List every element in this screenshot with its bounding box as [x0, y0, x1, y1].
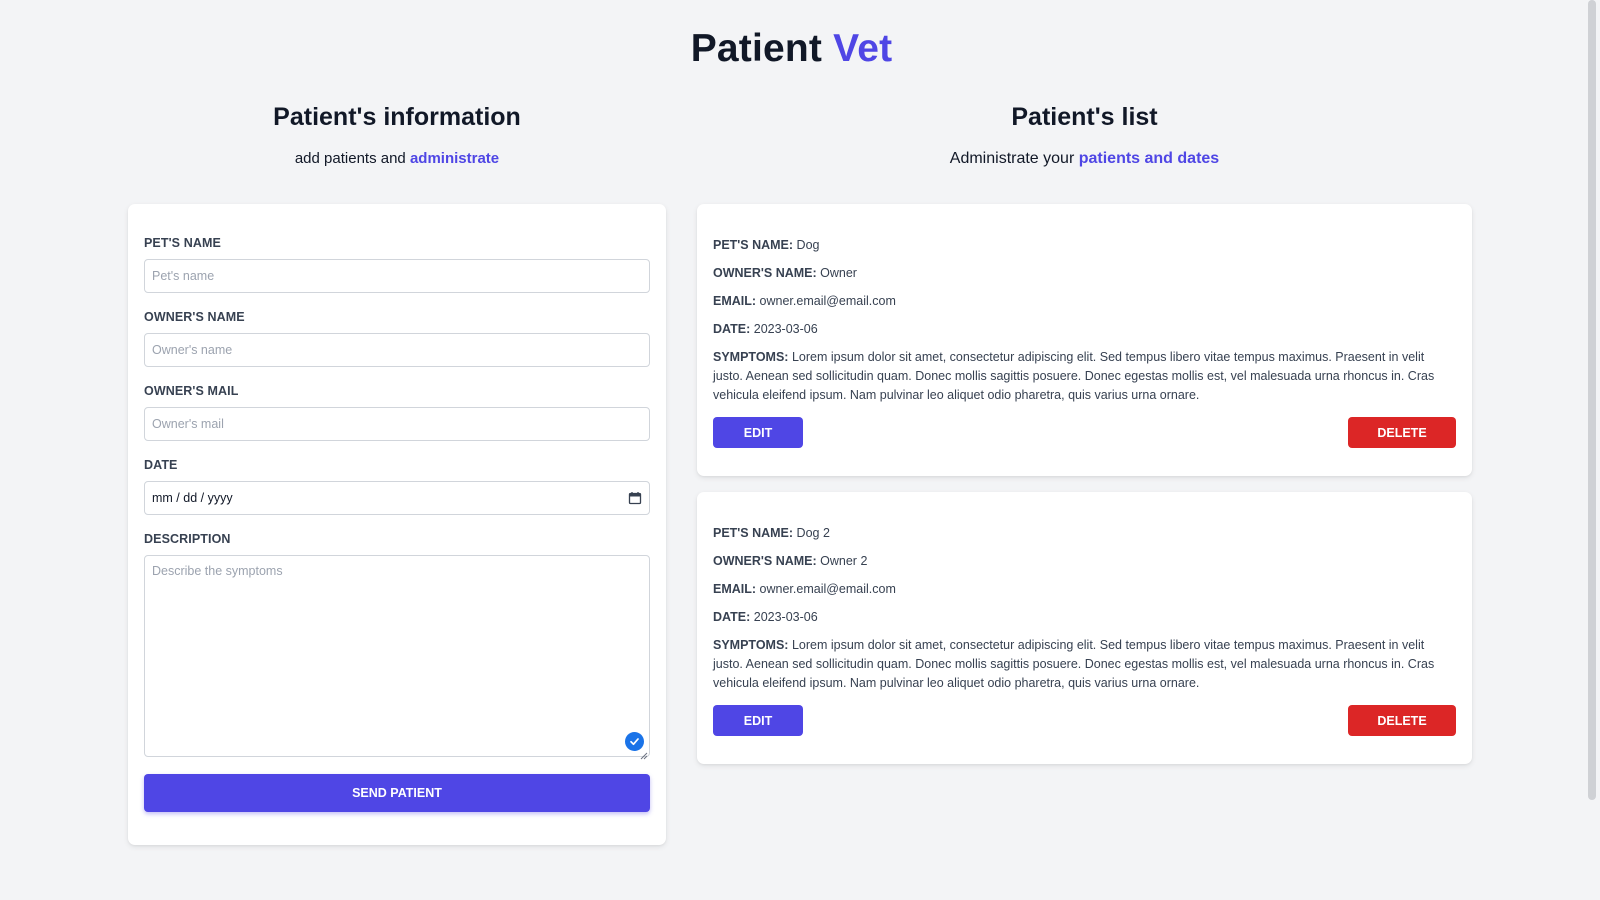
- resize-handle-icon[interactable]: [640, 747, 648, 760]
- app-title: Patient Vet: [0, 27, 1583, 71]
- pet-name-row: Pet's name: Dog 2: [713, 524, 1456, 543]
- owner-name-value: Owner 2: [820, 554, 868, 568]
- app-title-main: Patient: [690, 27, 823, 70]
- form-section-subtitle-prefix: add patients and: [294, 150, 410, 167]
- list-section-subtitle-accent: patients and dates: [1078, 150, 1220, 167]
- email-value: owner.email@email.com: [759, 294, 896, 308]
- date-input[interactable]: mm / dd / yyyy: [144, 481, 650, 515]
- calendar-icon[interactable]: [628, 491, 642, 505]
- date-row: Date: 2023-03-06: [713, 608, 1456, 627]
- description-textarea[interactable]: [144, 555, 650, 757]
- owner-name-row: Owner's name: Owner 2: [713, 552, 1456, 571]
- pet-name-label: Pet's name: [144, 236, 221, 250]
- form-section-subtitle: add patients and administrate: [128, 150, 666, 167]
- form-section-subtitle-accent: administrate: [409, 150, 500, 167]
- patient-card: Pet's name: Dog Owner's name: Owner Emai…: [697, 204, 1472, 476]
- owner-mail-group: Owner's mail: [144, 384, 650, 441]
- date-key: Date:: [713, 610, 751, 624]
- owner-name-input[interactable]: [144, 333, 650, 367]
- delete-button[interactable]: Delete: [1348, 417, 1456, 448]
- patient-form: Pet's name Owner's name Owner's mail Dat…: [128, 204, 666, 845]
- form-section-heading: Patient's information: [273, 103, 521, 131]
- description-group: Description: [144, 532, 650, 760]
- send-patient-button[interactable]: Send patient: [144, 774, 650, 812]
- email-key: Email:: [713, 582, 757, 596]
- symptoms-key: Symptoms:: [713, 350, 789, 364]
- app-title-accent: Vet: [833, 27, 893, 70]
- owner-mail-input[interactable]: [144, 407, 650, 441]
- date-value: 2023-03-06: [753, 322, 818, 336]
- date-input-value: mm / dd / yyyy: [152, 491, 233, 505]
- owner-name-row: Owner's name: Owner: [713, 264, 1456, 283]
- patient-card: Pet's name: Dog 2 Owner's name: Owner 2 …: [697, 492, 1472, 764]
- symptoms-row: Symptoms: Lorem ipsum dolor sit amet, co…: [713, 636, 1456, 693]
- scrollbar[interactable]: [1583, 0, 1600, 900]
- pet-name-group: Pet's name: [144, 236, 650, 293]
- owner-name-key: Owner's name:: [713, 554, 817, 568]
- list-section-heading: Patient's list: [1011, 103, 1158, 131]
- symptoms-value: Lorem ipsum dolor sit amet, consectetur …: [713, 638, 1435, 690]
- date-value: 2023-03-06: [753, 610, 818, 624]
- page: Patient Vet Patient's information add pa…: [0, 0, 1600, 900]
- pet-name-value: Dog: [796, 238, 820, 252]
- date-row: Date: 2023-03-06: [713, 320, 1456, 339]
- pet-name-key: Pet's name:: [713, 526, 794, 540]
- scrollbar-thumb[interactable]: [1588, 0, 1596, 800]
- form-section-header: Patient's information add patients and a…: [128, 103, 666, 167]
- symptoms-value: Lorem ipsum dolor sit amet, consectetur …: [713, 350, 1435, 402]
- owner-name-label: Owner's name: [144, 310, 245, 324]
- list-section-header: Patient's list Administrate your patient…: [697, 103, 1472, 168]
- edit-button[interactable]: Edit: [713, 417, 803, 448]
- description-label: Description: [144, 532, 231, 546]
- owner-name-key: Owner's name:: [713, 266, 817, 280]
- card-actions: Edit Delete: [713, 705, 1456, 736]
- date-key: Date:: [713, 322, 751, 336]
- delete-button[interactable]: Delete: [1348, 705, 1456, 736]
- email-row: Email: owner.email@email.com: [713, 292, 1456, 311]
- pet-name-input[interactable]: [144, 259, 650, 293]
- description-wrap: [144, 555, 650, 760]
- list-section-subtitle: Administrate your patients and dates: [697, 150, 1472, 168]
- owner-mail-label: Owner's mail: [144, 384, 239, 398]
- pet-name-value: Dog 2: [796, 526, 830, 540]
- email-row: Email: owner.email@email.com: [713, 580, 1456, 599]
- symptoms-row: Symptoms: Lorem ipsum dolor sit amet, co…: [713, 348, 1456, 405]
- date-label: Date: [144, 458, 178, 472]
- date-group: Date mm / dd / yyyy: [144, 458, 650, 515]
- list-section-subtitle-prefix: Administrate your: [949, 150, 1079, 167]
- pet-name-row: Pet's name: Dog: [713, 236, 1456, 255]
- symptoms-key: Symptoms:: [713, 638, 789, 652]
- edit-button[interactable]: Edit: [713, 705, 803, 736]
- card-actions: Edit Delete: [713, 417, 1456, 448]
- owner-name-value: Owner: [820, 266, 857, 280]
- owner-name-group: Owner's name: [144, 310, 650, 367]
- pet-name-key: Pet's name:: [713, 238, 794, 252]
- email-value: owner.email@email.com: [759, 582, 896, 596]
- email-key: Email:: [713, 294, 757, 308]
